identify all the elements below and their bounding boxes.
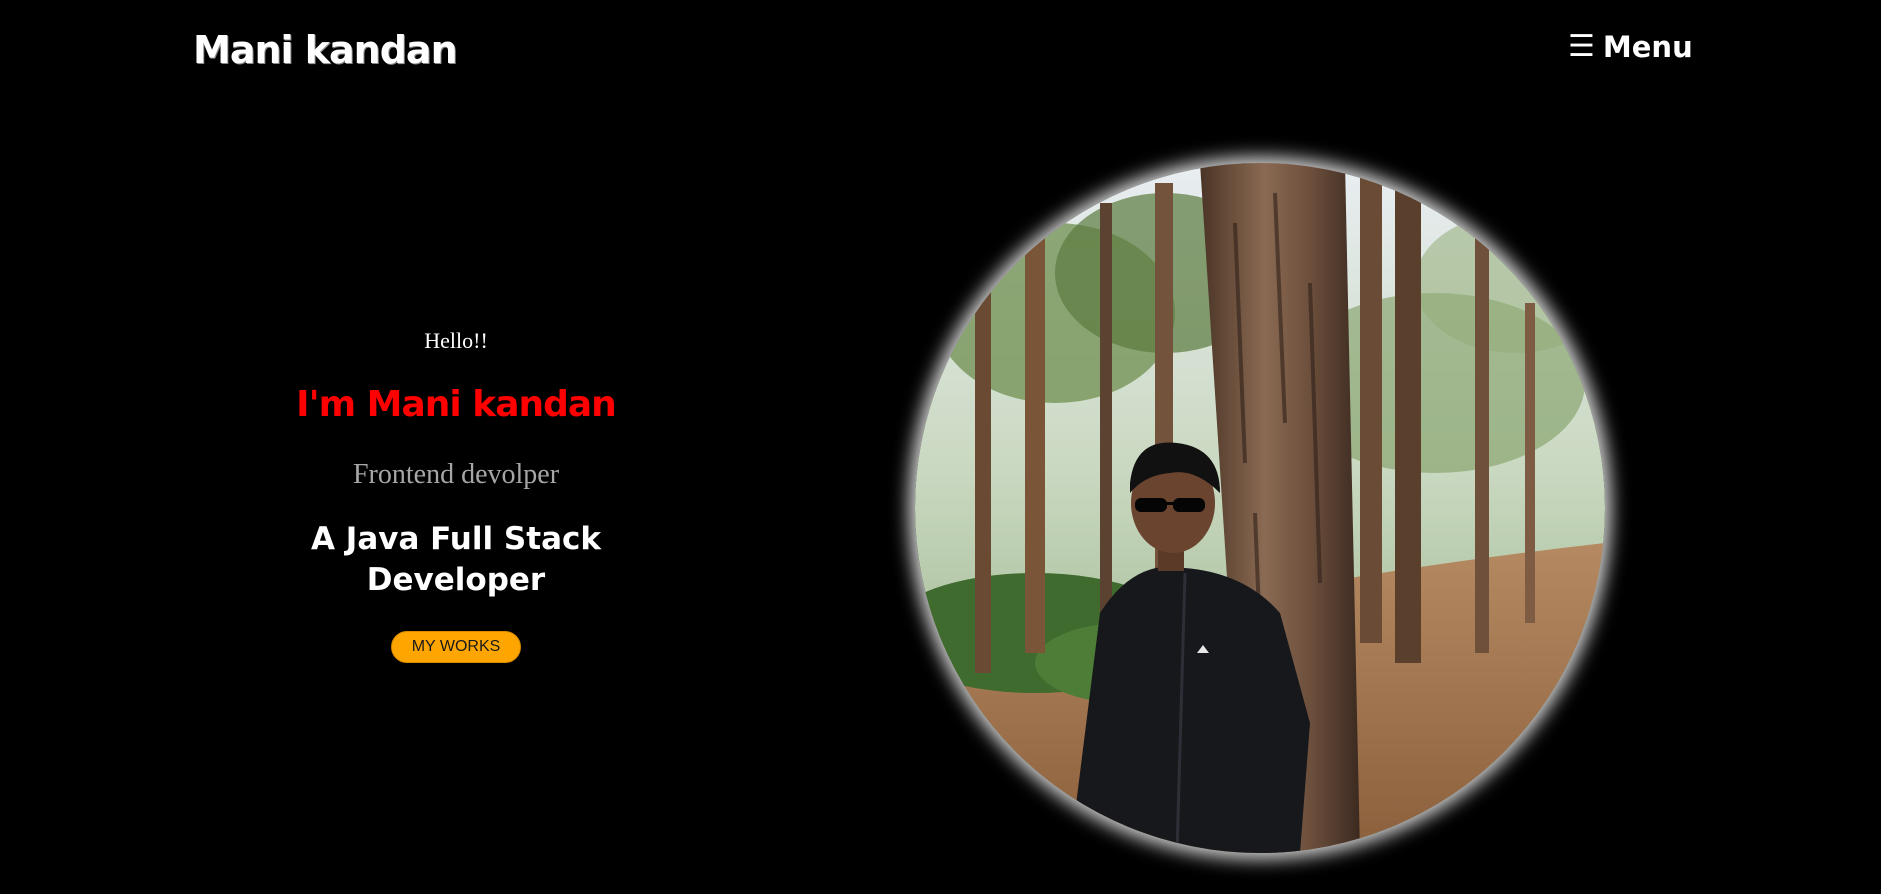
hamburger-icon[interactable]: ☰	[1568, 32, 1595, 62]
brand-logo[interactable]: Mani kandan	[193, 28, 458, 72]
profile-photo	[915, 163, 1605, 853]
hero-headline: A Java Full Stack Developer	[311, 521, 601, 598]
greeting-text: Hello!!	[424, 328, 488, 353]
page: Mani kandan ☰ Menu Hello!! I'm Mani kand…	[0, 0, 1881, 894]
hero-intro: Hello!! I'm Mani kandan Frontend devolpe…	[256, 320, 656, 663]
hero-name: I'm Mani kandan	[296, 384, 617, 425]
profile-photo-image	[915, 163, 1605, 853]
my-works-button[interactable]: MY WORKS	[390, 631, 522, 663]
hero-role: Frontend devolper	[352, 459, 560, 490]
menu-label[interactable]: Menu	[1603, 30, 1693, 64]
menu-button[interactable]: ☰ Menu	[1568, 30, 1693, 64]
